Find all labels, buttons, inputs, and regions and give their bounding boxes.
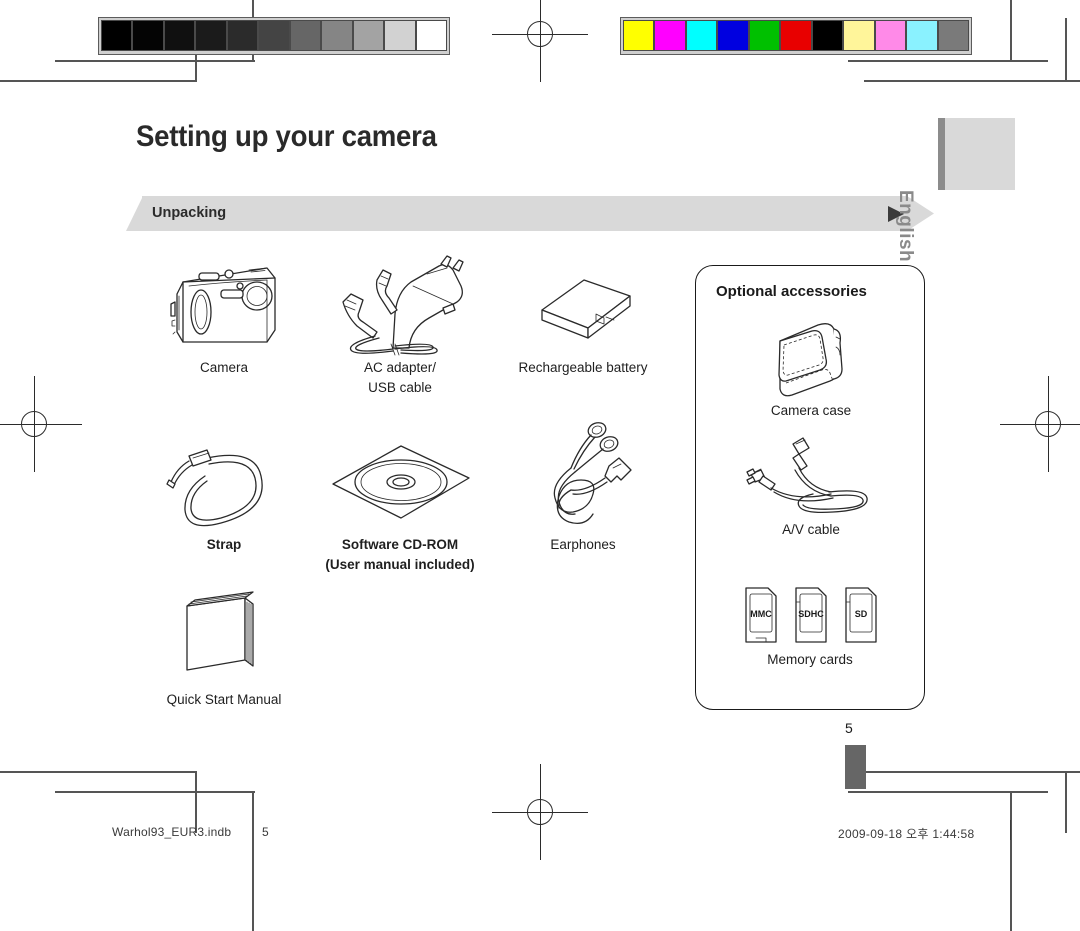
optional-accessories-header: Optional accessories bbox=[716, 283, 867, 300]
footer-date-time: 2009-09-18 오후 1:44:58 bbox=[838, 827, 975, 841]
footer-caret bbox=[1010, 820, 1011, 840]
optional-item-memory-cards: MMC SDHC SD Memory cards bbox=[724, 586, 896, 670]
optional-item-av-cable: A/V cable bbox=[736, 436, 886, 540]
footer-file-name: Warhol93_EUR3.indb bbox=[112, 825, 232, 839]
strap-icon bbox=[148, 428, 300, 533]
rechargeable-battery-icon bbox=[500, 258, 666, 356]
unpacking-item-caption: Quick Start Manual bbox=[166, 692, 282, 707]
calibration-swatch-10 bbox=[415, 19, 447, 51]
optional-item-caption: A/V cable bbox=[782, 522, 840, 537]
optional-item-camera-case: Camera case bbox=[736, 311, 886, 421]
unpacking-item-caption: Earphones bbox=[550, 537, 616, 552]
crop-mark-top-right bbox=[848, 0, 1080, 120]
unpacking-item-caption: Strap bbox=[206, 537, 242, 552]
unpacking-item-camera: Camera bbox=[144, 256, 304, 378]
unpacking-item-battery: Rechargeable battery bbox=[500, 258, 666, 378]
unpacking-item-manual: Quick Start Manual bbox=[148, 588, 300, 710]
calibration-swatch-8 bbox=[874, 19, 906, 51]
calibration-swatch-5 bbox=[780, 19, 812, 51]
calibration-swatch-6 bbox=[811, 19, 843, 51]
unpacking-item-caption: Camera bbox=[199, 360, 248, 375]
calibration-swatch-9 bbox=[906, 19, 938, 51]
quick-start-manual-icon bbox=[148, 588, 300, 688]
page-title: Setting up your camera bbox=[136, 120, 437, 153]
calibration-swatch-7 bbox=[321, 19, 353, 51]
grayscale-calibration-strip bbox=[98, 17, 450, 55]
document-page: Setting up your camera Unpacking English bbox=[0, 0, 1080, 931]
earphones-icon bbox=[512, 418, 654, 533]
banner-left-tail bbox=[126, 196, 143, 231]
calibration-swatch-10 bbox=[937, 19, 969, 51]
av-cable-icon bbox=[736, 436, 886, 518]
unpacking-item-strap: Strap bbox=[148, 428, 300, 555]
calibration-swatch-5 bbox=[258, 19, 290, 51]
page-number-bar bbox=[845, 745, 866, 789]
memory-card-label-2: SD bbox=[855, 609, 868, 619]
memory-cards-icon: MMC SDHC SD bbox=[724, 586, 896, 648]
color-calibration-strip bbox=[620, 17, 972, 55]
registration-mark-right bbox=[1000, 376, 1080, 472]
camera-icon bbox=[144, 256, 304, 356]
calibration-swatch-3 bbox=[195, 19, 227, 51]
calibration-swatch-0 bbox=[100, 19, 132, 51]
camera-case-icon bbox=[736, 311, 886, 399]
calibration-swatch-4 bbox=[748, 19, 780, 51]
calibration-swatch-3 bbox=[717, 19, 749, 51]
calibration-swatch-1 bbox=[132, 19, 164, 51]
memory-card-label-0: MMC bbox=[750, 609, 772, 619]
calibration-swatch-6 bbox=[289, 19, 321, 51]
calibration-swatch-1 bbox=[654, 19, 686, 51]
calibration-swatch-9 bbox=[384, 19, 416, 51]
memory-card-label-1: SDHC bbox=[798, 609, 824, 619]
calibration-swatch-7 bbox=[843, 19, 875, 51]
software-cd-rom-icon bbox=[318, 428, 482, 533]
unpacking-item-caption: Software CD-ROM (User manual included) bbox=[325, 537, 475, 572]
page-number: 5 bbox=[845, 720, 853, 736]
calibration-swatch-4 bbox=[226, 19, 258, 51]
calibration-swatch-0 bbox=[622, 19, 654, 51]
unpacking-item-caption: AC adapter/ USB cable bbox=[363, 360, 437, 395]
section-label: Unpacking bbox=[152, 205, 227, 221]
unpacking-item-caption: Rechargeable battery bbox=[518, 360, 648, 375]
calibration-swatch-2 bbox=[685, 19, 717, 51]
footer-page-number: 5 bbox=[262, 825, 269, 839]
registration-mark-top bbox=[492, 0, 588, 82]
unpacking-item-cdrom: Software CD-ROM (User manual included) bbox=[318, 428, 482, 575]
language-tab-spine bbox=[938, 118, 945, 190]
calibration-swatch-2 bbox=[163, 19, 195, 51]
calibration-swatch-8 bbox=[352, 19, 384, 51]
ac-adapter-usb-cable-icon bbox=[322, 252, 478, 356]
language-tab-block bbox=[938, 118, 1015, 190]
registration-mark-left bbox=[0, 376, 82, 472]
optional-item-caption: Camera case bbox=[770, 403, 852, 418]
unpacking-item-ac-adapter: AC adapter/ USB cable bbox=[322, 252, 478, 398]
crop-mark-bottom-right bbox=[848, 760, 1080, 931]
optional-accessories-box: Optional accessories Camera case A/V cab… bbox=[695, 265, 925, 710]
banner-body bbox=[142, 196, 908, 231]
crop-mark-bottom-left bbox=[0, 760, 255, 931]
section-banner: Unpacking bbox=[126, 196, 934, 231]
optional-item-caption: Memory cards bbox=[767, 652, 853, 667]
registration-mark-bottom bbox=[492, 764, 588, 860]
unpacking-item-earphones: Earphones bbox=[512, 418, 654, 555]
